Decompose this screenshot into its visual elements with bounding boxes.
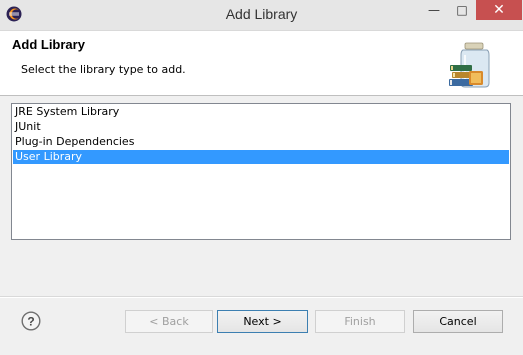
footer-separator-highlight — [0, 297, 523, 298]
library-type-list[interactable]: JRE System Library JUnit Plug-in Depende… — [11, 103, 511, 240]
banner-description: Select the library type to add. — [21, 63, 186, 76]
banner-title: Add Library — [12, 37, 85, 52]
back-button[interactable]: < Back — [125, 310, 213, 333]
list-item-user-library[interactable]: User Library — [13, 150, 509, 164]
title-bar[interactable]: Add Library — □ ✕ — [0, 0, 523, 31]
list-item-jre-system-library[interactable]: JRE System Library — [13, 105, 509, 119]
list-item-junit[interactable]: JUnit — [13, 120, 509, 134]
minimize-button[interactable]: — — [420, 0, 448, 20]
maximize-button[interactable]: □ — [448, 0, 476, 20]
finish-button[interactable]: Finish — [315, 310, 405, 333]
list-item-plugin-dependencies[interactable]: Plug-in Dependencies — [13, 135, 509, 149]
close-button[interactable]: ✕ — [476, 0, 522, 20]
next-button[interactable]: Next > — [217, 310, 308, 333]
cancel-button[interactable]: Cancel — [413, 310, 503, 333]
library-jar-icon — [449, 42, 490, 88]
dialog-banner: Add Library Select the library type to a… — [0, 31, 523, 96]
add-library-dialog: Add Library — □ ✕ Add Library Select the… — [0, 0, 523, 355]
help-icon[interactable]: ? — [21, 311, 41, 331]
svg-text:?: ? — [27, 315, 34, 329]
